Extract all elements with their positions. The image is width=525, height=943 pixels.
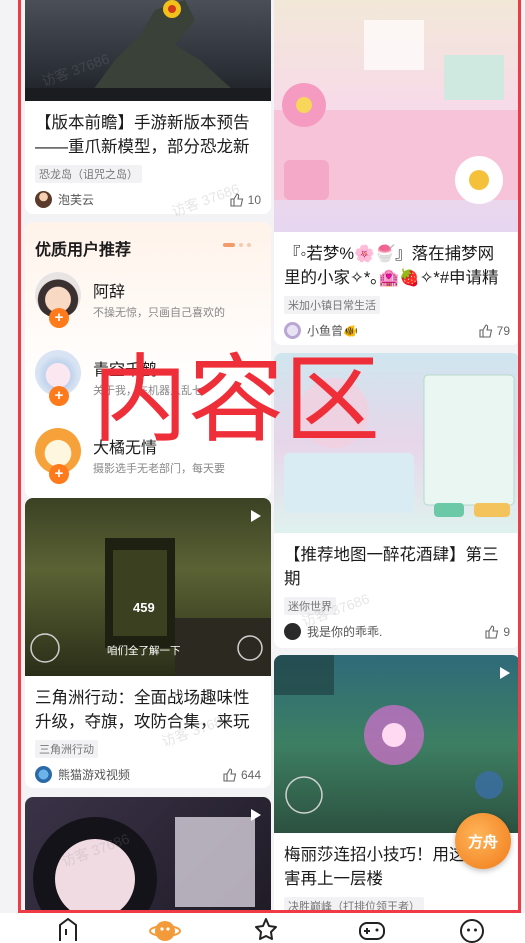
thumbs-up-icon [485, 624, 499, 639]
video-thumbnail[interactable] [25, 797, 271, 917]
tab-profile[interactable] [452, 915, 492, 943]
video-thumbnail[interactable]: 459 咱们全了解一下 [25, 498, 271, 676]
card-tag[interactable]: 恐龙岛（诅咒之岛） [35, 165, 142, 183]
user-name[interactable]: 阿辞 [93, 278, 125, 302]
star-icon [255, 918, 277, 940]
card-meta: 泡芙云 10 [25, 183, 271, 208]
play-icon [500, 667, 510, 679]
recommended-user[interactable]: + 阿辞 不操无惊，只画自己喜欢的 [35, 272, 265, 332]
tab-games[interactable] [352, 915, 392, 943]
home-icon [59, 917, 77, 941]
thumbs-up-icon [230, 192, 243, 207]
pink-room-illustration [274, 20, 520, 204]
like-button[interactable]: 10 [230, 193, 261, 207]
card-title[interactable]: 三角洲行动：全面战场趣味性升级，夺旗，攻防合集，来玩 [25, 676, 271, 734]
follow-plus-icon[interactable]: + [49, 386, 69, 406]
planet-icon [149, 921, 181, 941]
author-name[interactable]: 我是你的乖乖. [307, 623, 485, 640]
video-caption: 咱们全了解一下 [107, 645, 181, 657]
feed-card[interactable]: 『◦若梦%🌸🍧』落在捕梦网里的小家✧*｡🏩🍓✧*#申请精 米加小镇日常生活 小鱼… [274, 0, 520, 345]
follow-plus-icon[interactable]: + [49, 464, 69, 484]
dinosaur-illustration [25, 0, 271, 101]
feed-card[interactable]: 【版本前瞻】手游新版本预告——重爪新模型，部分恐龙新 恐龙岛（诅咒之岛） 泡芙云… [25, 0, 271, 214]
like-count: 9 [503, 624, 510, 639]
recommend-heading: 优质用户推荐 [35, 242, 132, 259]
author-avatar[interactable] [35, 191, 52, 208]
author-avatar[interactable] [35, 766, 52, 783]
anime-portrait-illustration [33, 817, 255, 917]
carousel-dots [223, 243, 251, 247]
play-icon [251, 510, 261, 522]
hud-number: 459 [133, 600, 155, 615]
like-count: 644 [240, 767, 261, 782]
like-button[interactable]: 9 [485, 625, 510, 639]
gamepad-icon [359, 922, 385, 940]
card-meta: 熊猫游戏视频 644 [25, 758, 271, 783]
like-count: 79 [496, 323, 510, 338]
author-name[interactable]: 小鱼曾🐠 [307, 322, 479, 339]
author-avatar[interactable] [284, 322, 301, 339]
author-name[interactable]: 泡芙云 [58, 191, 230, 208]
card-meta: 小鱼曾🐠 79 [274, 314, 520, 339]
bottom-tab-bar [0, 913, 525, 943]
card-title[interactable]: 【推荐地图一醉花酒肆】第三期 [274, 533, 520, 591]
tab-home[interactable] [48, 915, 88, 943]
like-button[interactable]: 644 [223, 768, 261, 782]
card-title[interactable]: 『◦若梦%🌸🍧』落在捕梦网里的小家✧*｡🏩🍓✧*#申请精 [274, 232, 520, 290]
tab-favorites[interactable] [246, 915, 286, 943]
like-count: 10 [247, 192, 261, 207]
thumbs-up-icon [223, 767, 237, 782]
moba-scene-illustration [274, 655, 503, 814]
like-button[interactable]: 79 [479, 324, 510, 338]
author-name[interactable]: 熊猫游戏视频 [58, 766, 223, 783]
follow-plus-icon[interactable]: + [49, 308, 69, 328]
feed-screen: 【版本前瞻】手游新版本预告——重爪新模型，部分恐龙新 恐龙岛（诅咒之岛） 泡芙云… [0, 0, 525, 943]
card-tag[interactable]: 米加小镇日常生活 [284, 296, 380, 314]
feed-card[interactable]: 梅丽莎连招小技巧！用这个伤害再上一层楼 决胜巅峰（打排位领王者） [274, 655, 520, 917]
play-icon [251, 809, 261, 821]
video-thumbnail[interactable] [274, 655, 520, 833]
feed-card[interactable]: 459 咱们全了解一下 三角洲行动：全面战场趣味性升级，夺旗，攻防合集，来玩 三… [25, 498, 271, 788]
card-thumbnail[interactable] [25, 0, 271, 101]
card-meta: 我是你的乖乖. 9 [274, 615, 520, 640]
tab-discover[interactable] [145, 915, 185, 943]
author-avatar[interactable] [284, 623, 301, 640]
feed-card[interactable] [25, 797, 271, 917]
thumbs-up-icon [479, 323, 492, 338]
floating-event-badge[interactable]: 方舟 [455, 813, 511, 869]
user-description: 不操无惊，只画自己喜欢的 [93, 307, 225, 319]
card-tag[interactable]: 迷你世界 [284, 597, 336, 615]
profile-icon [460, 919, 484, 943]
card-title[interactable]: 【版本前瞻】手游新版本预告——重爪新模型，部分恐龙新 [25, 101, 271, 159]
user-description: 摄影选手无老部门，每天要 [93, 463, 225, 475]
card-thumbnail[interactable] [274, 0, 520, 232]
content-area-label: 内容区 [92, 344, 380, 456]
card-tag[interactable]: 三角洲行动 [35, 740, 98, 758]
